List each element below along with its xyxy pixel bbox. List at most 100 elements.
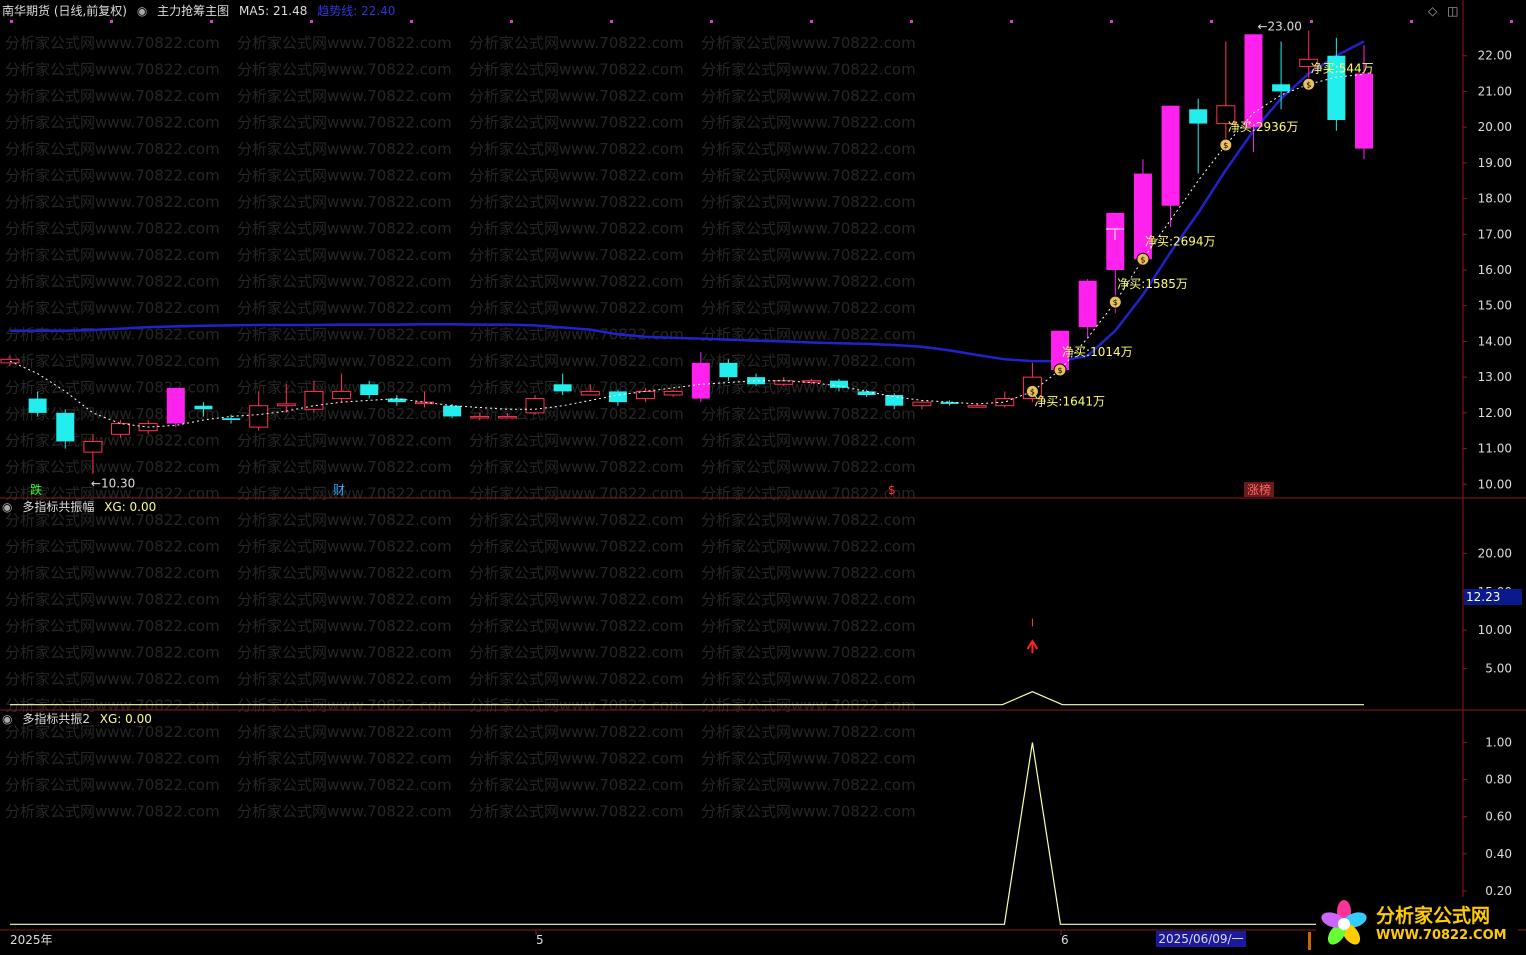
- watermark-text: 分析家公式网www.70822.com: [469, 220, 684, 238]
- watermark-text: 分析家公式网www.70822.com: [237, 511, 452, 529]
- marker-fall: 跌: [30, 482, 42, 497]
- price-tick-label: 14.00: [1478, 334, 1512, 348]
- candle-body: [912, 401, 932, 407]
- price-tick-label: 20.00: [1478, 120, 1512, 134]
- candle-body: [28, 398, 47, 413]
- net-buy-label: 净买:544万: [1311, 61, 1374, 75]
- watermark-text: 分析家公式网www.70822.com: [237, 193, 452, 211]
- watermark-text: 分析家公式网www.70822.com: [469, 750, 684, 768]
- candle-body: [1161, 105, 1180, 206]
- watermark-text: 分析家公式网www.70822.com: [469, 485, 684, 503]
- watermark-text: 分析家公式网www.70822.com: [701, 34, 916, 52]
- candle-body: [663, 390, 683, 396]
- indicator-label[interactable]: 主力抢筹主图: [157, 4, 229, 18]
- candle-body: [608, 391, 627, 403]
- watermark-text: 分析家公式网www.70822.com: [469, 61, 684, 79]
- candle-body: [56, 412, 75, 442]
- axis3-tick-label: 0.80: [1485, 773, 1512, 787]
- watermark-text: 分析家公式网www.70822.com: [237, 61, 452, 79]
- watermark-text: 分析家公式网www.70822.com: [469, 405, 684, 423]
- watermark-text: 分析家公式网www.70822.com: [469, 299, 684, 317]
- price-tick-label: 10.00: [1478, 477, 1512, 491]
- candle-body: [1355, 73, 1373, 149]
- date-label-start: 2025年: [10, 933, 53, 947]
- watermark-text: 分析家公式网www.70822.com: [237, 246, 452, 264]
- settings-icon[interactable]: ◉: [2, 712, 12, 726]
- watermark-text: 分析家公式网www.70822.com: [701, 432, 916, 450]
- date-label-may: 5: [536, 933, 544, 947]
- watermark-text: 分析家公式网www.70822.com: [469, 803, 684, 821]
- net-buy-label: 净买:2936万: [1228, 120, 1299, 134]
- signal-dot: [610, 20, 613, 23]
- watermark-text: 分析家公式网www.70822.com: [237, 617, 452, 635]
- candle-body: [1189, 109, 1208, 124]
- watermark-text: 分析家公式网www.70822.com: [701, 458, 916, 476]
- watermark-text: 分析家公式网www.70822.com: [701, 193, 916, 211]
- symbol-label[interactable]: 南华期货 (日线,前复权): [2, 4, 127, 18]
- watermark-text: 分析家公式网www.70822.com: [5, 140, 220, 158]
- cursor-date: 2025/06/09/一: [1156, 931, 1246, 947]
- window-controls: ◇ ◫: [1428, 3, 1464, 19]
- watermark-text: 分析家公式网www.70822.com: [237, 220, 452, 238]
- watermark-text: 分析家公式网www.70822.com: [237, 34, 452, 52]
- marker-finance: 财: [333, 483, 345, 497]
- candle-body: [801, 380, 821, 383]
- watermark-text: 分析家公式网www.70822.com: [469, 511, 684, 529]
- watermark-text: 分析家公式网www.70822.com: [237, 644, 452, 662]
- low-price-label: ←10.30: [91, 477, 135, 491]
- maximize-icon[interactable]: ◫: [1447, 4, 1458, 18]
- watermark-text: 分析家公式网www.70822.com: [469, 140, 684, 158]
- watermark-text: 分析家公式网www.70822.com: [469, 644, 684, 662]
- watermark-text: 分析家公式网www.70822.com: [237, 114, 452, 132]
- price-tick-label: 13.00: [1478, 370, 1512, 384]
- watermark-text: 分析家公式网www.70822.com: [469, 246, 684, 264]
- watermark-text: 分析家公式网www.70822.com: [469, 273, 684, 291]
- diamond-icon[interactable]: ◇: [1428, 4, 1437, 18]
- settings-icon[interactable]: ◉: [137, 4, 147, 18]
- price-tick-label: 22.00: [1478, 49, 1512, 63]
- watermark-text: 分析家公式网www.70822.com: [237, 140, 452, 158]
- watermark-text: 分析家公式网www.70822.com: [237, 670, 452, 688]
- panel3-header: ◉ 多指标共振2 XG: 0.00: [2, 711, 158, 727]
- watermark-text: 分析家公式网www.70822.com: [469, 432, 684, 450]
- watermark-text: 分析家公式网www.70822.com: [701, 246, 916, 264]
- price-tick-label: 17.00: [1478, 227, 1512, 241]
- watermark-text: 分析家公式网www.70822.com: [237, 87, 452, 105]
- signal-dot: [710, 20, 713, 23]
- watermark-text: 分析家公式网www.70822.com: [701, 87, 916, 105]
- axis2-tick-label: 5.00: [1485, 662, 1512, 676]
- price-tick-label: 11.00: [1478, 442, 1512, 456]
- signal-dot: [910, 20, 913, 23]
- candle-body: [857, 391, 876, 395]
- watermark-text: 分析家公式网www.70822.com: [701, 299, 916, 317]
- panel2-header: ◉ 多指标共振幅 XG: 0.00: [2, 499, 162, 515]
- signal-dot: [210, 20, 213, 23]
- candle-body: [360, 384, 379, 395]
- candle-body: [222, 418, 241, 420]
- panel2-title[interactable]: 多指标共振幅: [22, 500, 94, 514]
- watermark-text: 分析家公式网www.70822.com: [5, 670, 220, 688]
- signal-dot: [310, 20, 313, 23]
- date-label-june: 6: [1061, 933, 1069, 947]
- candle-body: [332, 390, 352, 400]
- panel3-title[interactable]: 多指标共振2: [22, 712, 90, 726]
- watermark-text: 分析家公式网www.70822.com: [701, 485, 916, 503]
- settings-icon[interactable]: ◉: [2, 500, 12, 514]
- watermark-text: 分析家公式网www.70822.com: [237, 564, 452, 582]
- price-tick-label: 12.00: [1478, 406, 1512, 420]
- chart-canvas[interactable]: 分析家公式网www.70822.com 分析家公式网www.70822.com 分析…: [0, 0, 1526, 955]
- net-buy-label: 净买:1585万: [1117, 277, 1188, 291]
- marker-dollar: $: [888, 483, 896, 497]
- site-logo: 分析家公式网 WWW.70822.COM: [1316, 897, 1518, 951]
- price-tick-label: 18.00: [1478, 192, 1512, 206]
- watermark-text: 分析家公式网www.70822.com: [5, 776, 220, 794]
- signal-dot: [410, 20, 413, 23]
- price-tick-label: 19.00: [1478, 156, 1512, 170]
- money-bag-symbol: $: [1113, 298, 1118, 307]
- watermark-text: 分析家公式网www.70822.com: [5, 193, 220, 211]
- candle-body: [111, 423, 131, 435]
- candle-body: [194, 405, 213, 410]
- watermark-text: 分析家公式网www.70822.com: [5, 273, 220, 291]
- money-bag-symbol: $: [1140, 255, 1145, 264]
- candle-body: [1272, 84, 1291, 92]
